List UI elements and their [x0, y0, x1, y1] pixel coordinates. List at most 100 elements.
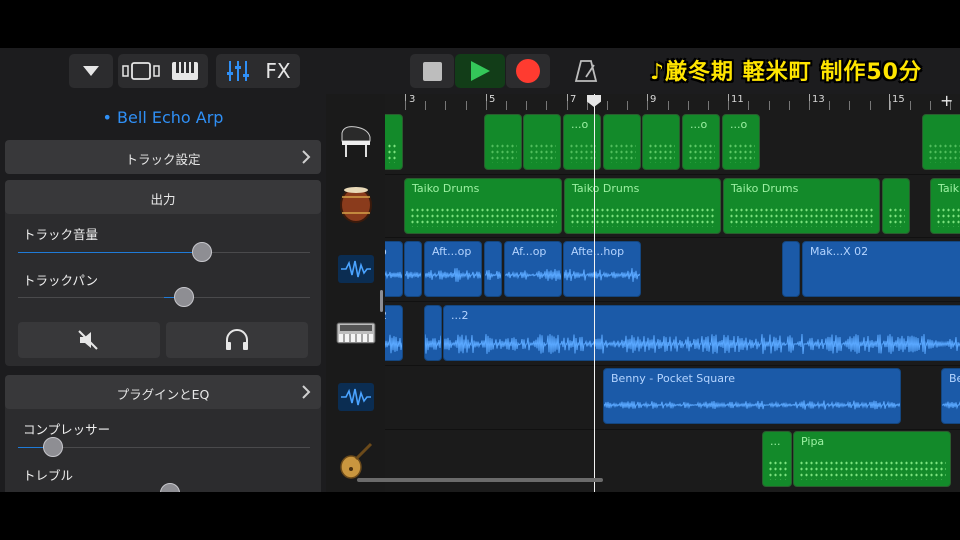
audio-region[interactable]: Aft...op	[424, 241, 482, 297]
bar-ruler[interactable]: 3 5 7 9 11 13 15 +	[385, 94, 960, 112]
audio-region[interactable]: Benny - Pocket Square	[603, 368, 901, 424]
record-button[interactable]	[506, 54, 550, 88]
plugins-eq-row[interactable]: プラグインとEQ	[5, 375, 321, 409]
ruler-tick	[425, 101, 426, 110]
vertical-scrollbar[interactable]	[380, 290, 383, 312]
video-caption-overlay: ♪厳冬期 軽米町 制作50分	[650, 60, 922, 85]
audio-region[interactable]: ...2	[443, 305, 960, 361]
playhead[interactable]	[594, 94, 595, 492]
midi-region[interactable]: ...	[762, 431, 792, 487]
ruler-mark: 7	[570, 94, 577, 105]
midi-region[interactable]: Taiko Drums	[564, 178, 721, 234]
track-header-taiko[interactable]	[326, 174, 385, 236]
track-headers	[326, 94, 385, 492]
midi-region[interactable]	[523, 114, 561, 170]
output-header-bar: 出力	[5, 180, 321, 214]
ruler-tick	[829, 101, 830, 110]
horizontal-scrollbar[interactable]	[357, 478, 603, 482]
track-settings-label: トラック設定	[125, 152, 201, 167]
waveform	[385, 334, 402, 354]
taiko-drum-icon	[339, 187, 372, 223]
fx-button[interactable]: FX	[258, 59, 298, 83]
midi-region[interactable]	[603, 114, 641, 170]
volume-slider-knob[interactable]	[191, 242, 212, 262]
track-header-synth[interactable]	[326, 302, 385, 364]
track-header-pipa[interactable]	[326, 430, 385, 492]
browser-dropdown-button[interactable]	[69, 54, 113, 88]
audio-region[interactable]: Af...op	[504, 241, 562, 297]
midi-region[interactable]: Pipa	[793, 431, 951, 487]
audio-region[interactable]	[484, 241, 502, 297]
ruler-tick	[809, 101, 810, 110]
waveform-display	[405, 270, 421, 279]
midi-region[interactable]	[922, 114, 960, 170]
compressor-slider-knob[interactable]	[43, 437, 64, 457]
play-button[interactable]	[455, 54, 505, 88]
midi-region[interactable]: Taiko Drums	[404, 178, 562, 234]
ruler-tick	[708, 101, 709, 110]
ruler-tick	[627, 101, 628, 110]
midi-region[interactable]	[484, 114, 522, 170]
tracks-view-button[interactable]	[119, 62, 163, 80]
midi-region[interactable]: Taik	[930, 178, 960, 234]
ruler-tick	[466, 101, 467, 110]
midi-region[interactable]	[642, 114, 680, 170]
chevron-right-icon	[302, 150, 311, 164]
grand-piano-icon	[341, 126, 370, 157]
lane-piano: ...o ...o ...o	[385, 112, 960, 175]
midi-region[interactable]	[385, 114, 403, 170]
audio-region[interactable]: Mak...X 02	[802, 241, 960, 297]
waveform-display	[604, 400, 900, 410]
mixer-button[interactable]	[218, 60, 258, 82]
ruler-tick	[668, 101, 669, 110]
waveform	[942, 400, 960, 410]
track-header-piano[interactable]	[326, 110, 385, 172]
pan-slider-knob[interactable]	[174, 287, 195, 307]
ruler-mark: 9	[650, 94, 657, 105]
midi-region[interactable]: Taiko Drums	[723, 178, 880, 234]
ruler-tick	[607, 101, 608, 110]
audio-region[interactable]: Be	[941, 368, 960, 424]
stop-button[interactable]	[410, 54, 454, 88]
mute-button[interactable]	[18, 322, 160, 358]
waveform	[485, 270, 501, 280]
waveform	[425, 334, 441, 354]
midi-region[interactable]: ...o	[722, 114, 760, 170]
lane-pipa: ... Pipa	[385, 430, 960, 492]
lane-taiko: Taiko Drums Taiko Drums Taiko Drums Taik	[385, 175, 960, 238]
treble-slider-knob[interactable]	[159, 483, 180, 492]
ruler-mark: 13	[812, 94, 825, 105]
ruler-tick	[870, 101, 871, 110]
audio-region[interactable]: o	[385, 241, 403, 297]
ruler-mark: 3	[409, 94, 416, 105]
track-header-audio-1[interactable]	[326, 238, 385, 300]
waveform-display	[385, 270, 402, 280]
waveform	[405, 270, 421, 279]
view-switch-group	[118, 54, 208, 88]
ruler-tick	[486, 101, 487, 110]
ruler-tick	[910, 101, 911, 110]
audio-waveform-icon	[337, 383, 374, 411]
audio-region[interactable]: Afte...hop	[563, 241, 641, 297]
midi-region[interactable]	[882, 178, 910, 234]
mute-speaker-icon	[78, 330, 98, 350]
lane-audio-2: Benny - Pocket Square Be	[385, 367, 960, 430]
waveform	[564, 268, 640, 282]
midi-region[interactable]: ...o	[682, 114, 720, 170]
audio-region[interactable]	[424, 305, 442, 361]
metronome-icon	[574, 60, 598, 82]
audio-region[interactable]: 2	[385, 305, 403, 361]
track-header-audio-2[interactable]	[326, 366, 385, 428]
midi-region[interactable]: ...o	[563, 114, 601, 170]
metronome-button[interactable]	[566, 54, 606, 88]
keyboard-button[interactable]	[163, 61, 207, 81]
waveform-display	[425, 334, 441, 354]
add-section-button[interactable]: +	[940, 94, 953, 110]
waveform	[385, 270, 402, 280]
solo-button[interactable]	[166, 322, 308, 358]
tracks-view-icon	[122, 62, 160, 80]
audio-region[interactable]	[404, 241, 422, 297]
pipa-icon	[339, 442, 372, 479]
audio-region[interactable]	[782, 241, 800, 297]
track-settings-row[interactable]: トラック設定	[5, 140, 321, 174]
